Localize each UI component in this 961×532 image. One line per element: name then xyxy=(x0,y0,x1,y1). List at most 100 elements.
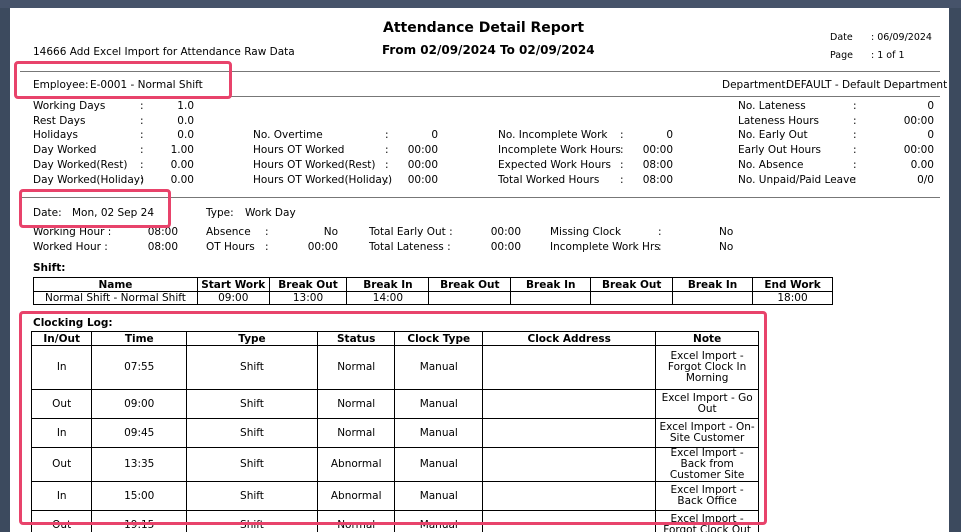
worked-hour-label: Worked Hour : xyxy=(33,241,108,253)
summary-value: 1.00 xyxy=(170,144,194,156)
summary-separator: : xyxy=(385,159,389,171)
summary-label: No. Overtime xyxy=(253,129,323,141)
column-header: Break Out xyxy=(268,277,348,292)
absence-label: Absence xyxy=(206,226,251,238)
summary-value: 00:00 xyxy=(407,144,438,156)
column-header: Break In xyxy=(672,277,754,292)
shift-header-row: Name Start Work Break Out Break In Break… xyxy=(33,277,833,292)
summary-label: Expected Work Hours xyxy=(498,159,612,171)
summary-value: 0.00 xyxy=(170,174,194,186)
summary-separator: : xyxy=(620,174,624,186)
summary-separator: : xyxy=(620,129,624,141)
summary-label: Hours OT Worked(Holiday) xyxy=(253,174,393,186)
missing-clock-value: No xyxy=(719,226,734,238)
summary-separator: : xyxy=(140,115,144,127)
summary-value: 0/0 xyxy=(917,174,934,186)
summary-separator: : xyxy=(140,159,144,171)
table-cell xyxy=(510,291,592,305)
summary-value: 00:00 xyxy=(642,144,673,156)
summary-separator: : xyxy=(853,144,857,156)
employee-highlight-box xyxy=(14,61,232,99)
summary-separator: : xyxy=(140,129,144,141)
table-cell: 14:00 xyxy=(346,291,430,305)
summary-label: Rest Days xyxy=(33,115,86,127)
summary-separator: : xyxy=(620,144,624,156)
column-header: Name xyxy=(33,277,198,292)
incomplete-work-hrs-value: No xyxy=(719,241,734,253)
shift-row: Normal Shift - Normal Shift 09:00 13:00 … xyxy=(33,291,833,305)
summary-label: Hours OT Worked xyxy=(253,144,345,156)
missing-clock-label: Missing Clock xyxy=(550,226,622,238)
total-lateness-label: Total Lateness : xyxy=(369,241,451,253)
table-cell: 09:00 xyxy=(196,291,270,305)
print-date-label: Date xyxy=(830,32,853,43)
summary-value: 08:00 xyxy=(642,174,673,186)
ot-hours-label: OT Hours xyxy=(206,241,255,253)
summary-separator: : xyxy=(620,159,624,171)
summary-value: 1.0 xyxy=(177,100,194,112)
summary-separator: : xyxy=(385,174,389,186)
table-cell: Normal Shift - Normal Shift xyxy=(33,291,198,305)
missing-clock-separator: : xyxy=(658,226,662,238)
shift-heading: Shift: xyxy=(33,262,66,274)
summary-value: 00:00 xyxy=(903,115,934,127)
summary-label: Day Worked(Rest) xyxy=(33,159,128,171)
summary-label: No. Early Out xyxy=(738,129,808,141)
ot-hours-separator: : xyxy=(265,241,269,253)
summary-label: Total Worked Hours xyxy=(498,174,600,186)
column-header: Break In xyxy=(510,277,592,292)
print-date-value: : 06/09/2024 xyxy=(871,32,932,43)
column-header: Start Work xyxy=(196,277,270,292)
total-early-out-value: 00:00 xyxy=(490,226,521,238)
summary-label: Hours OT Worked(Rest) xyxy=(253,159,376,171)
summary-value: 0 xyxy=(431,129,438,141)
summary-separator: : xyxy=(385,129,389,141)
summary-label: Day Worked xyxy=(33,144,97,156)
column-header: Break In xyxy=(346,277,430,292)
report-page: Attendance Detail Report From 02/09/2024… xyxy=(10,8,949,532)
summary-value: 0 xyxy=(927,129,934,141)
summary-value: 0.0 xyxy=(177,115,194,127)
summary-separator: : xyxy=(853,100,857,112)
window-top-bar xyxy=(0,0,961,8)
summary-label: No. Unpaid/Paid Leave xyxy=(738,174,856,186)
summary-label: Holidays xyxy=(33,129,78,141)
total-lateness-value: 00:00 xyxy=(490,241,521,253)
summary-separator: : xyxy=(140,174,144,186)
column-header: End Work xyxy=(752,277,833,292)
incomplete-work-hrs-label: Incomplete Work Hrs xyxy=(550,241,660,253)
summary-value: 08:00 xyxy=(642,159,673,171)
table-cell xyxy=(672,291,754,305)
report-title: Attendance Detail Report xyxy=(383,20,585,36)
summary-value: 0.0 xyxy=(177,129,194,141)
table-cell xyxy=(428,291,512,305)
summary-label: Lateness Hours xyxy=(738,115,820,127)
summary-label: No. Incomplete Work xyxy=(498,129,608,141)
summary-label: Early Out Hours xyxy=(738,144,821,156)
summary-separator: : xyxy=(385,144,389,156)
absence-value: No xyxy=(323,226,338,238)
department-label: Department: xyxy=(722,79,790,91)
summary-separator: : xyxy=(140,100,144,112)
summary-separator: : xyxy=(853,159,857,171)
summary-separator: : xyxy=(140,144,144,156)
summary-value: 0.00 xyxy=(170,159,194,171)
summary-value: 00:00 xyxy=(407,159,438,171)
shift-table: Name Start Work Break Out Break In Break… xyxy=(33,277,833,305)
table-cell xyxy=(590,291,674,305)
worked-hour-value: 08:00 xyxy=(147,241,178,253)
summary-label: No. Absence xyxy=(738,159,804,171)
column-header: Break Out xyxy=(428,277,512,292)
report-date-range: From 02/09/2024 To 02/09/2024 xyxy=(382,43,595,57)
department-value: DEFAULT - Default Department xyxy=(786,79,948,91)
summary-label: Day Worked(Holiday) xyxy=(33,174,145,186)
summary-separator: : xyxy=(853,115,857,127)
incomplete-work-hrs-separator: : xyxy=(658,241,662,253)
day-type-label: Type: xyxy=(206,207,234,219)
summary-value: 0.00 xyxy=(910,159,934,171)
summary-label: No. Lateness xyxy=(738,100,806,112)
table-cell: 18:00 xyxy=(752,291,833,305)
page-label: Page xyxy=(830,50,853,61)
summary-label: Working Days xyxy=(33,100,106,112)
page-number: : 1 of 1 xyxy=(871,50,905,61)
